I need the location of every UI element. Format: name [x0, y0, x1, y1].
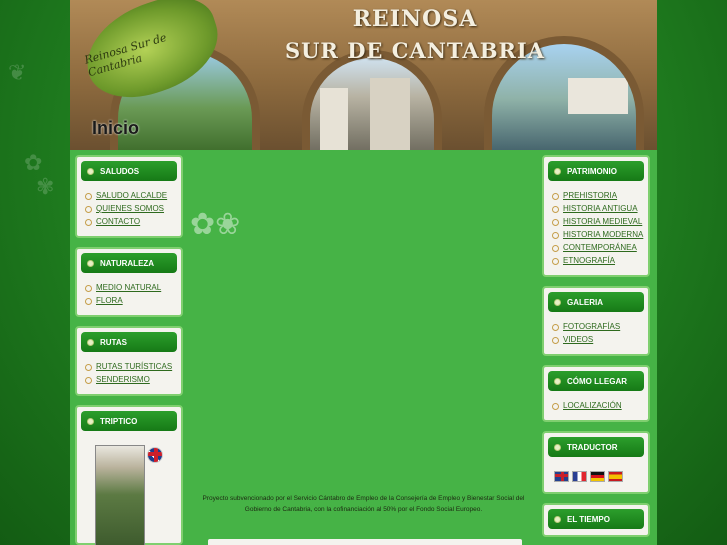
triptico-image[interactable]	[95, 445, 145, 545]
flower-decoration-icon: ✿❀	[190, 208, 241, 241]
site-title-line1: REINOSA	[352, 6, 478, 32]
menu-link-quienes-somos[interactable]: QUIENES SOMOS	[85, 204, 177, 214]
menu-link-localizacion[interactable]: LOCALIZACIÓN	[552, 401, 644, 411]
menu-title-saludos[interactable]: SALUDOS	[81, 161, 177, 181]
bullet-icon	[87, 167, 94, 175]
menu-link-flora[interactable]: FLORA	[85, 296, 177, 306]
site-title-line2: SUR DE CANTABRIA	[284, 38, 546, 63]
german-flag-icon[interactable]	[590, 471, 605, 482]
bullet-icon	[554, 515, 561, 523]
menu-box-rutas: RUTAS RUTAS TURÍSTICAS SENDERISMO	[75, 326, 183, 396]
menu-link-historia-antigua[interactable]: HISTORIA ANTIGUA	[552, 204, 644, 214]
menu-link-fotografias[interactable]: FOTOGRAFÍAS	[552, 322, 644, 332]
menu-link-etnografia[interactable]: ETNOGRAFÍA	[552, 256, 644, 266]
content-panel-top	[208, 539, 522, 545]
flower-decoration-icon: ✾	[36, 174, 55, 199]
menu-title-el-tiempo[interactable]: EL TIEMPO	[548, 509, 644, 529]
right-sidebar: PATRIMONIO PREHISTORIA HISTORIA ANTIGUA …	[542, 155, 650, 545]
bullet-icon	[554, 377, 561, 385]
page: Reinosa Sur de Cantabria REINOSA SUR DE …	[70, 0, 657, 545]
bullet-icon	[87, 417, 94, 425]
french-flag-icon[interactable]	[572, 471, 587, 482]
menu-title-patrimonio[interactable]: PATRIMONIO	[548, 161, 644, 181]
menu-link-rutas-turisticas[interactable]: RUTAS TURÍSTICAS	[85, 362, 177, 372]
menu-box-triptico: TRIPTICO	[75, 405, 183, 545]
english-flag-icon[interactable]	[554, 471, 569, 482]
project-funding-note: Proyecto subvencionado por el Servicio C…	[202, 495, 525, 513]
header-banner: Reinosa Sur de Cantabria REINOSA SUR DE …	[70, 0, 657, 150]
menu-box-como-llegar: CÓMO LLEGAR LOCALIZACIÓN	[542, 365, 650, 422]
menu-link-senderismo[interactable]: SENDERISMO	[85, 375, 177, 385]
menu-title-rutas[interactable]: RUTAS	[81, 332, 177, 352]
bullet-icon	[87, 259, 94, 267]
left-sidebar: SALUDOS SALUDO ALCALDE QUIENES SOMOS CON…	[75, 155, 183, 545]
bullet-icon	[554, 167, 561, 175]
arch-photo-street	[302, 50, 442, 150]
menu-title-galeria[interactable]: GALERIA	[548, 292, 644, 312]
page-heading: Inicio	[92, 118, 140, 138]
menu-box-naturaleza: NATURALEZA MEDIO NATURAL FLORA	[75, 247, 183, 317]
spanish-flag-icon[interactable]	[608, 471, 623, 482]
menu-box-traductor: TRADUCTOR	[542, 431, 650, 494]
leaf-decoration-icon: ❦	[8, 60, 27, 85]
flower-decoration-icon: ✿	[24, 150, 43, 175]
menu-link-contacto[interactable]: CONTACTO	[85, 217, 177, 227]
menu-box-galeria: GALERIA FOTOGRAFÍAS VIDEOS	[542, 286, 650, 356]
bullet-icon	[554, 443, 561, 451]
menu-title-como-llegar[interactable]: CÓMO LLEGAR	[548, 371, 644, 391]
menu-box-el-tiempo: EL TIEMPO	[542, 503, 650, 537]
menu-link-prehistoria[interactable]: PREHISTORIA	[552, 191, 644, 201]
menu-link-historia-moderna[interactable]: HISTORIA MODERNA	[552, 230, 644, 240]
site-title: REINOSA SUR DE CANTABRIA	[220, 6, 610, 63]
menu-link-historia-medieval[interactable]: HISTORIA MEDIEVAL	[552, 217, 644, 227]
menu-title-triptico[interactable]: TRIPTICO	[81, 411, 177, 431]
bullet-icon	[87, 338, 94, 346]
menu-link-contemporanea[interactable]: CONTEMPORÁNEA	[552, 243, 644, 253]
menu-box-patrimonio: PATRIMONIO PREHISTORIA HISTORIA ANTIGUA …	[542, 155, 650, 277]
bullet-icon	[554, 298, 561, 306]
menu-box-saludos: SALUDOS SALUDO ALCALDE QUIENES SOMOS CON…	[75, 155, 183, 238]
menu-title-naturaleza[interactable]: NATURALEZA	[81, 253, 177, 273]
menu-link-medio-natural[interactable]: MEDIO NATURAL	[85, 283, 177, 293]
menu-link-videos[interactable]: VIDEOS	[552, 335, 644, 345]
main-content: ✿❀ Proyecto subvencionado por el Servici…	[188, 155, 538, 545]
uk-flag-icon[interactable]	[147, 447, 163, 463]
menu-title-traductor[interactable]: TRADUCTOR	[548, 437, 644, 457]
menu-link-saludo-alcalde[interactable]: SALUDO ALCALDE	[85, 191, 177, 201]
